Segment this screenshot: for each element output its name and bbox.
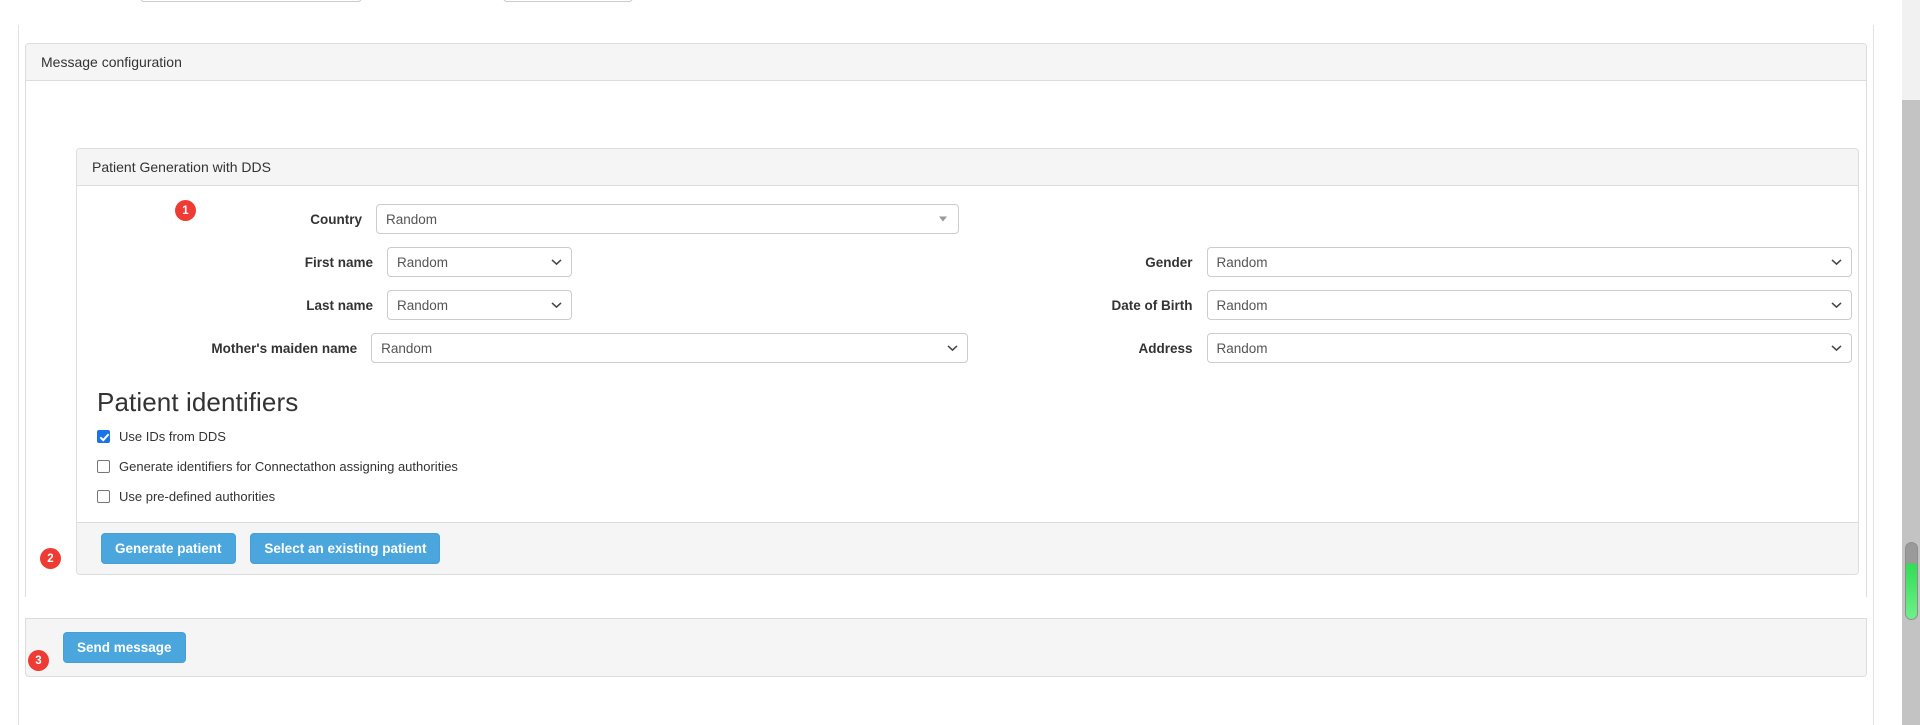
checkbox-label-generate-identifiers: Generate identifiers for Connectathon as… (119, 459, 458, 474)
checkbox-row-use-ids-from-dds[interactable]: Use IDs from DDS (97, 429, 1858, 444)
message-configuration-body: Patient Generation with DDS Country Rand… (26, 81, 1866, 597)
label-date-of-birth: Date of Birth (1111, 297, 1193, 313)
scrollbar-thumb[interactable] (1905, 542, 1918, 620)
checkbox-use-predefined-authorities[interactable] (97, 490, 110, 503)
select-existing-patient-button[interactable]: Select an existing patient (250, 533, 441, 564)
checkbox-row-generate-identifiers[interactable]: Generate identifiers for Connectathon as… (97, 459, 1858, 474)
label-gender: Gender (1145, 254, 1193, 270)
address-field-group: Address Random (968, 333, 1859, 363)
select-address-value: Random (1216, 340, 1268, 356)
select-last-name[interactable]: Random (387, 290, 572, 320)
dob-field-group: Date of Birth Random (968, 290, 1859, 320)
label-country: Country (310, 211, 362, 227)
patient-generation-title: Patient Generation with DDS (77, 149, 1858, 186)
chevron-down-icon (1830, 345, 1842, 352)
select-gender[interactable]: Random (1206, 247, 1852, 277)
patient-generation-panel: Patient Generation with DDS Country Rand… (76, 148, 1859, 575)
cutoff-input-right[interactable] (503, 0, 633, 2)
select-mothers-maiden-name[interactable]: Random (371, 333, 968, 363)
checkbox-label-use-predefined-authorities: Use pre-defined authorities (119, 489, 276, 504)
select-country[interactable]: Random (376, 204, 959, 234)
form-row-country: Country Random (77, 204, 1858, 234)
form-row-maidenname-address: Mother's maiden name Random Address Rand… (77, 333, 1858, 363)
step-badge-1: 1 (175, 200, 196, 221)
select-mothers-maiden-name-value: Random (381, 340, 433, 356)
label-last-name: Last name (306, 297, 373, 313)
firstname-field-group: First name Random (77, 247, 968, 277)
scrollbar-gutter[interactable] (1902, 0, 1920, 725)
label-address: Address (1138, 340, 1193, 356)
checkbox-label-use-ids-from-dds: Use IDs from DDS (119, 429, 226, 444)
chevron-down-icon (1830, 302, 1842, 309)
chevron-down-icon (551, 302, 562, 309)
lastname-field-group: Last name Random (77, 290, 968, 320)
step-badge-2: 2 (40, 548, 61, 569)
checkbox-use-ids-from-dds[interactable] (97, 430, 110, 443)
patient-generation-footer: Generate patient Select an existing pati… (77, 522, 1858, 574)
label-mothers-maiden-name: Mother's maiden name (211, 340, 358, 356)
select-first-name-value: Random (397, 254, 449, 270)
select-gender-value: Random (1216, 254, 1268, 270)
country-field-group: Country Random (77, 204, 968, 234)
select-date-of-birth[interactable]: Random (1206, 290, 1852, 320)
chevron-down-icon (1830, 259, 1842, 266)
checkbox-row-use-predefined-authorities[interactable]: Use pre-defined authorities (97, 489, 1858, 504)
message-configuration-title: Message configuration (26, 44, 1866, 81)
maidenname-field-group: Mother's maiden name Random (77, 333, 968, 363)
form-row-lastname-dob: Last name Random Date of Birth Random (77, 290, 1858, 320)
app-viewport: Message configuration Patient Generation… (0, 0, 1920, 725)
cutoff-input-left[interactable] (140, 0, 362, 2)
chevron-down-icon (551, 259, 562, 266)
generate-patient-button[interactable]: Generate patient (101, 533, 236, 564)
chevron-down-icon (939, 216, 947, 222)
chevron-down-icon (946, 345, 958, 352)
select-address[interactable]: Random (1206, 333, 1852, 363)
step-badge-3: 3 (28, 650, 49, 671)
label-first-name: First name (304, 254, 373, 270)
message-configuration-panel: Message configuration Patient Generation… (25, 43, 1867, 597)
patient-identifiers-section: Patient identifiers Use IDs from DDS Gen… (97, 387, 1858, 504)
send-message-footer: Send message (25, 618, 1867, 677)
scrollbar-track[interactable] (1902, 100, 1920, 725)
checkbox-generate-identifiers[interactable] (97, 460, 110, 473)
select-first-name[interactable]: Random (387, 247, 572, 277)
patient-generation-body: Country Random First name Random Gender … (77, 186, 1858, 522)
patient-identifiers-heading: Patient identifiers (97, 387, 299, 417)
select-date-of-birth-value: Random (1216, 297, 1268, 313)
form-row-firstname-gender: First name Random Gender Random (77, 247, 1858, 277)
select-country-value: Random (386, 211, 438, 227)
select-last-name-value: Random (397, 297, 449, 313)
send-message-button[interactable]: Send message (63, 632, 186, 663)
gender-field-group: Gender Random (968, 247, 1859, 277)
